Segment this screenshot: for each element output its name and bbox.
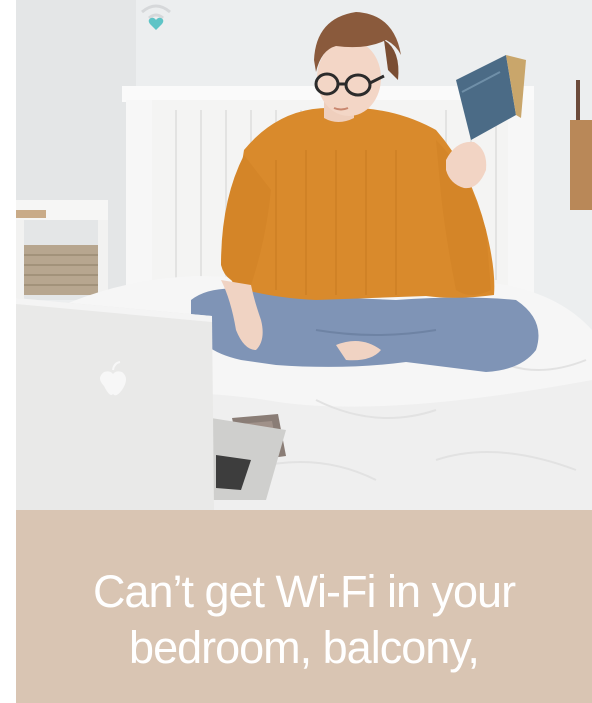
headline: Can’t get Wi-Fi in your bedroom, balcony… [16, 564, 592, 676]
headline-line-1: Can’t get Wi-Fi in your [92, 566, 516, 617]
headline-line-2: bedroom, balcony, [129, 622, 480, 673]
page: Can’t get Wi-Fi in your bedroom, balcony… [0, 0, 592, 703]
hero-photo [16, 0, 592, 510]
caption-panel: Can’t get Wi-Fi in your bedroom, balcony… [16, 510, 592, 703]
